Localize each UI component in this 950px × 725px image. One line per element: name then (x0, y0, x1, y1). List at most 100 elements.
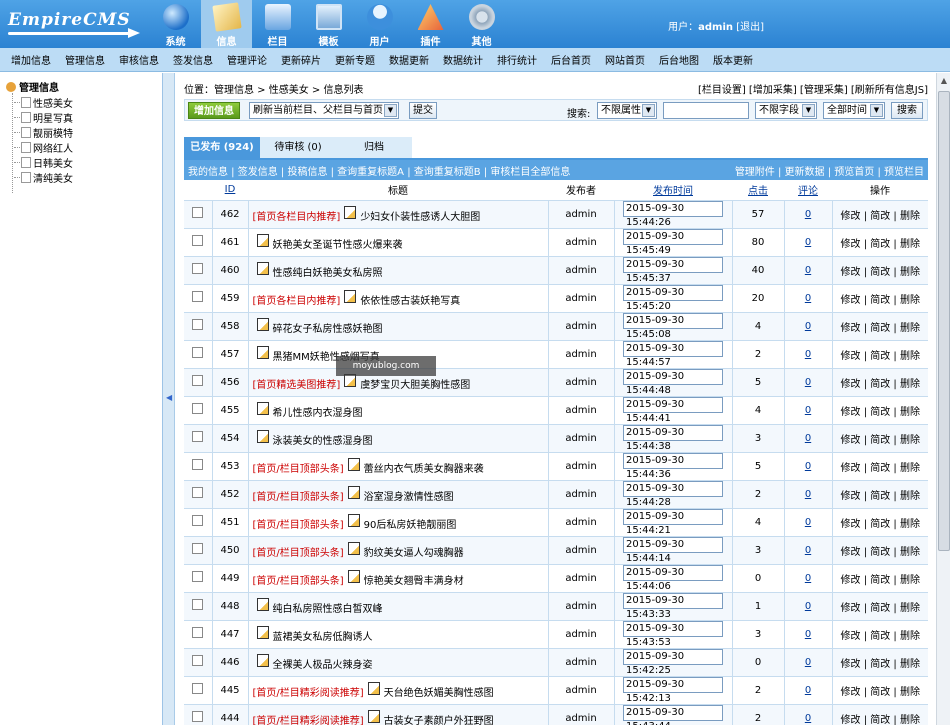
row-comments-link[interactable]: 0 (805, 265, 811, 276)
row-time-input[interactable]: 2015-09-30 15:44:38 (623, 424, 723, 452)
scroll-up-icon[interactable]: ▲ (938, 74, 950, 88)
row-title[interactable]: 依依性感古装妖艳写真 (360, 296, 460, 307)
row-time-input[interactable]: 2015-09-30 15:45:49 (623, 228, 723, 256)
row-ops[interactable]: 修改 | 简改 | 删除 (832, 340, 928, 369)
time-select[interactable]: 全部时间 ▼ (823, 102, 885, 119)
row-title[interactable]: 纯白私房照性感白皙双峰 (273, 604, 383, 615)
row-ops[interactable]: 修改 | 简改 | 删除 (832, 480, 928, 509)
search-button[interactable]: 搜索 (891, 102, 923, 119)
edit-pen-icon[interactable] (344, 205, 357, 219)
row-comments-link[interactable]: 0 (805, 433, 811, 444)
subnav-item[interactable]: 签发信息 (173, 52, 213, 67)
row-checkbox[interactable] (192, 403, 204, 414)
tab-published[interactable]: 已发布 (924) (184, 137, 260, 158)
subnav-item[interactable]: 数据更新 (389, 52, 429, 67)
subnav-item[interactable]: 版本更新 (713, 52, 753, 67)
row-checkbox[interactable] (192, 207, 204, 218)
row-checkbox[interactable] (192, 487, 204, 498)
row-comments-link[interactable]: 0 (805, 377, 811, 388)
row-time-input[interactable]: 2015-09-30 15:45:37 (623, 256, 723, 284)
row-ops[interactable]: 修改 | 简改 | 删除 (832, 452, 928, 481)
row-checkbox[interactable] (192, 683, 204, 694)
row-title[interactable]: 浴室湿身激情性感图 (364, 492, 454, 503)
row-ops[interactable]: 修改 | 简改 | 删除 (832, 648, 928, 677)
field-select[interactable]: 不限字段 ▼ (755, 102, 817, 119)
row-ops[interactable]: 修改 | 简改 | 删除 (832, 676, 928, 705)
row-comments-link[interactable]: 0 (805, 573, 811, 584)
row-ops[interactable]: 修改 | 简改 | 删除 (832, 228, 928, 257)
row-checkbox[interactable] (192, 655, 204, 666)
subnav-item[interactable]: 网站首页 (605, 52, 645, 67)
edit-pen-icon[interactable] (256, 653, 269, 667)
logout-link[interactable]: [退出] (736, 22, 764, 33)
breadcrumb-links[interactable]: 管理信息 > 性感美女 > 信息列表 (214, 85, 363, 96)
sidebar-splitter[interactable]: ◀ (163, 73, 175, 725)
attr-select[interactable]: 不限属性 ▼ (597, 102, 657, 119)
row-title[interactable]: 全裸美人极品火辣身姿 (273, 660, 373, 671)
edit-pen-icon[interactable] (256, 429, 269, 443)
nav-other[interactable]: 其他 (456, 0, 507, 48)
subnav-item[interactable]: 更新碎片 (281, 52, 321, 67)
row-ops[interactable]: 修改 | 简改 | 删除 (832, 256, 928, 285)
edit-pen-icon[interactable] (347, 513, 360, 527)
nav-user[interactable]: 用户 (354, 0, 405, 48)
page-scrollbar[interactable]: ▲ (936, 73, 950, 725)
row-time-input[interactable]: 2015-09-30 15:44:36 (623, 452, 723, 480)
row-title[interactable]: 蓝裙美女私房低胸诱人 (273, 632, 373, 643)
row-time-input[interactable]: 2015-09-30 15:43:33 (623, 592, 723, 620)
edit-pen-icon[interactable] (256, 401, 269, 415)
subnav-item[interactable]: 排行统计 (497, 52, 537, 67)
row-checkbox[interactable] (192, 375, 204, 386)
row-checkbox[interactable] (192, 543, 204, 554)
row-time-input[interactable]: 2015-09-30 15:44:26 (623, 200, 723, 228)
row-time-input[interactable]: 2015-09-30 15:44:57 (623, 340, 723, 368)
table-links-left[interactable]: 我的信息 | 签发信息 | 投稿信息 | 查询重复标题A | 查询重复标题B |… (188, 163, 570, 178)
row-comments-link[interactable]: 0 (805, 321, 811, 332)
row-comments-link[interactable]: 0 (805, 209, 811, 220)
row-checkbox[interactable] (192, 627, 204, 638)
row-time-input[interactable]: 2015-09-30 15:42:13 (623, 676, 723, 704)
edit-pen-icon[interactable] (256, 233, 269, 247)
tree-root[interactable]: 管理信息 (6, 79, 59, 94)
row-ops[interactable]: 修改 | 简改 | 删除 (832, 592, 928, 621)
row-checkbox[interactable] (192, 711, 204, 722)
row-ops[interactable]: 修改 | 简改 | 删除 (832, 200, 928, 229)
header-clicks[interactable]: 点击 (732, 180, 784, 201)
row-comments-link[interactable]: 0 (805, 685, 811, 696)
nav-info[interactable]: 信息 (201, 0, 252, 48)
collapse-arrow-icon[interactable]: ◀ (166, 393, 172, 402)
row-title[interactable]: 泳装美女的性感湿身图 (273, 436, 373, 447)
edit-pen-icon[interactable] (347, 485, 360, 499)
subnav-item[interactable]: 后台地图 (659, 52, 699, 67)
row-time-input[interactable]: 2015-09-30 15:42:25 (623, 648, 723, 676)
nav-system[interactable]: 系统 (150, 0, 201, 48)
tab-pending[interactable]: 待审核 (0) (260, 137, 336, 158)
edit-pen-icon[interactable] (256, 625, 269, 639)
row-comments-link[interactable]: 0 (805, 461, 811, 472)
breadcrumb-actions[interactable]: [栏目设置] [增加采集] [管理采集] [刷新所有信息JS] (698, 81, 928, 96)
sidebar-item[interactable]: 日韩美女 (14, 155, 73, 170)
row-title[interactable]: 天台绝色妖媚美胸性感图 (384, 688, 494, 699)
row-title[interactable]: 蕾丝内衣气质美女胸器来袭 (364, 464, 484, 475)
nav-column[interactable]: 栏目 (252, 0, 303, 48)
row-time-input[interactable]: 2015-09-30 15:44:14 (623, 536, 723, 564)
row-time-input[interactable]: 2015-09-30 15:44:48 (623, 368, 723, 396)
edit-pen-icon[interactable] (347, 541, 360, 555)
row-comments-link[interactable]: 0 (805, 489, 811, 500)
edit-pen-icon[interactable] (367, 709, 380, 723)
edit-pen-icon[interactable] (367, 681, 380, 695)
edit-pen-icon[interactable] (256, 261, 269, 275)
nav-template[interactable]: 模板 (303, 0, 354, 48)
row-ops[interactable]: 修改 | 简改 | 删除 (832, 424, 928, 453)
edit-pen-icon[interactable] (347, 457, 360, 471)
row-ops[interactable]: 修改 | 简改 | 删除 (832, 564, 928, 593)
row-checkbox[interactable] (192, 319, 204, 330)
row-ops[interactable]: 修改 | 简改 | 删除 (832, 620, 928, 649)
row-time-input[interactable]: 2015-09-30 15:45:08 (623, 312, 723, 340)
row-ops[interactable]: 修改 | 简改 | 删除 (832, 284, 928, 313)
row-title[interactable]: 惊艳美女翘臀丰满身材 (364, 576, 464, 587)
scroll-thumb[interactable] (938, 91, 950, 551)
sidebar-item[interactable]: 性感美女 (14, 95, 73, 110)
row-time-input[interactable]: 2015-09-30 15:44:21 (623, 508, 723, 536)
row-checkbox[interactable] (192, 347, 204, 358)
